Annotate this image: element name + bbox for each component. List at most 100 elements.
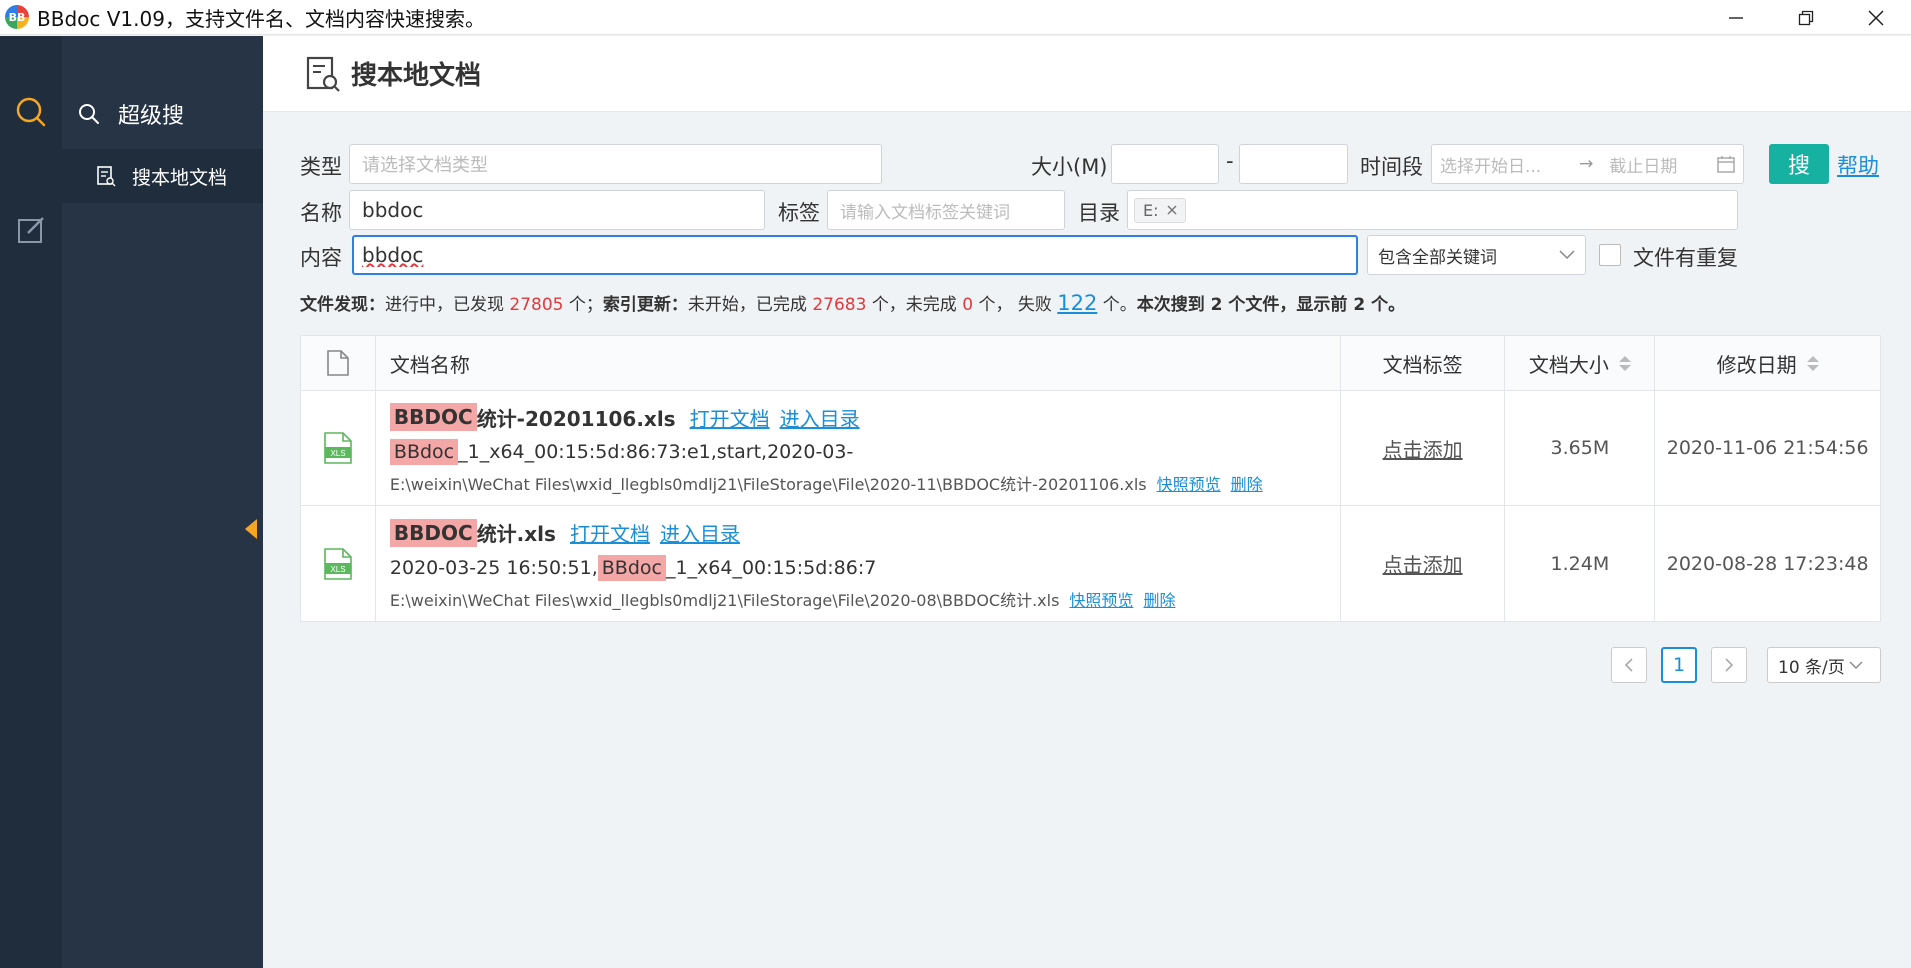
add-tag-link[interactable]: 点击添加: [1383, 434, 1463, 463]
edit-icon: [18, 217, 44, 243]
file-icon: [327, 350, 349, 376]
minimize-button[interactable]: [1701, 0, 1771, 35]
open-document-link[interactable]: 打开文档: [570, 518, 650, 547]
size-label: 大小(M): [1031, 155, 1108, 179]
chevron-left-icon: [1624, 658, 1633, 672]
file-size: 1.24M: [1550, 552, 1610, 575]
rail-edit-button[interactable]: [11, 210, 51, 250]
file-path-text: E:\weixin\WeChat Files\wxid_llegbls0mdlj…: [389, 590, 1060, 610]
type-select[interactable]: 请选择文档类型: [349, 144, 882, 184]
date-end-input[interactable]: 截止日期: [1609, 152, 1704, 177]
side-menu: 超级搜 搜本地文档: [62, 36, 263, 968]
add-tag-link[interactable]: 点击添加: [1383, 549, 1463, 578]
menu-section-label: 超级搜: [118, 104, 185, 129]
name-highlight: BBDOC: [389, 518, 477, 547]
file-path: E:\weixin\WeChat Files\wxid_llegbls0mdlj…: [390, 585, 1176, 613]
index-text-2: 个，未完成: [871, 295, 957, 315]
discover-text: 进行中，已发现: [385, 295, 504, 315]
file-type-cell: XLS: [301, 506, 376, 621]
search-summary: 本次搜到 2 个文件，显示前 2 个。: [1136, 295, 1406, 315]
header-date[interactable]: 修改日期: [1655, 336, 1880, 390]
time-range-label: 时间段: [1360, 155, 1423, 179]
header-size-label: 文档大小: [1528, 352, 1609, 377]
discover-label: 文件发现：: [300, 295, 385, 315]
name-rest: 统计-20201106.xls: [476, 406, 676, 431]
restore-icon: [1798, 10, 1814, 25]
name-highlight: BBDOC: [389, 403, 477, 431]
next-page-button[interactable]: [1711, 647, 1747, 683]
page-button-current[interactable]: 1: [1661, 647, 1697, 683]
search-icon: [16, 97, 46, 127]
close-icon: [1868, 9, 1884, 26]
collapse-sidebar-icon[interactable]: [245, 519, 257, 539]
tag-cell: 点击添加: [1341, 391, 1506, 505]
sort-icon[interactable]: [1806, 355, 1819, 371]
open-directory-link[interactable]: 进入目录: [660, 518, 740, 547]
file-type-cell: XLS: [301, 391, 376, 505]
header-date-label: 修改日期: [1716, 352, 1797, 377]
content-input[interactable]: [352, 235, 1358, 275]
modified-date: 2020-08-28 17:23:48: [1666, 552, 1869, 575]
snippet-before: 2020-03-25 16:50:51,: [389, 556, 598, 579]
chevron-down-icon: [1559, 250, 1575, 260]
menu-section-super-search[interactable]: 超级搜: [78, 98, 184, 130]
date-start-input[interactable]: 选择开始日...: [1440, 152, 1563, 177]
directory-label: 目录: [1078, 201, 1120, 225]
page-size-value: 10 条/页: [1778, 657, 1845, 678]
xls-file-icon: XLS: [324, 547, 352, 580]
size-max-input[interactable]: [1239, 144, 1348, 184]
content-snippet: BBdoc _1_x64_00:15:5d:86:73:e1,start,2020…: [389, 435, 1263, 469]
duplicate-checkbox[interactable]: [1599, 244, 1621, 266]
xls-file-icon: XLS: [324, 432, 352, 464]
table-header: 文档名称 文档标签 文档大小 修改日期: [301, 336, 1880, 391]
type-label: 类型: [300, 155, 342, 179]
open-directory-link[interactable]: 进入目录: [780, 403, 860, 432]
date-range-picker[interactable]: 选择开始日... → 截止日期: [1431, 144, 1744, 184]
directory-chip-label: E:: [1143, 200, 1159, 220]
close-button[interactable]: [1841, 0, 1911, 35]
sidebar-item-local-search[interactable]: 搜本地文档: [62, 149, 263, 203]
delete-link[interactable]: 删除: [1231, 471, 1263, 495]
close-icon[interactable]: [1167, 205, 1177, 215]
sort-icon[interactable]: [1618, 355, 1631, 371]
page-header: 搜本地文档: [263, 36, 1911, 112]
header-size[interactable]: 文档大小: [1505, 336, 1656, 390]
rail-search-button[interactable]: [11, 92, 51, 132]
preview-link[interactable]: 快照预览: [1157, 471, 1221, 495]
index-text: 未开始，已完成: [687, 295, 807, 315]
fail-text: 失败: [1017, 295, 1052, 315]
file-name: BBDOC 统计.xls 打开文档 进入目录: [389, 515, 1176, 551]
page-title: 搜本地文档: [351, 61, 482, 91]
content-snippet: 2020-03-25 16:50:51, BBdoc _1_x64_00:15:5d…: [390, 551, 1176, 585]
snippet-highlight: BBdoc: [389, 439, 459, 465]
snippet-after: _1_x64_00:15:5d:86:73:e1,start,2020-03-: [458, 441, 854, 463]
help-link[interactable]: 帮助: [1837, 150, 1879, 180]
results-table: 文档名称 文档标签 文档大小 修改日期 XLS BBDOC 统计-20201106…: [300, 335, 1881, 622]
pagination: 1 10 条/页: [1611, 647, 1881, 683]
page-size-select[interactable]: 10 条/页: [1767, 647, 1881, 683]
main-content: 搜本地文档 类型 请选择文档类型 大小(M) - 时间段 选择开始日... → …: [263, 36, 1911, 968]
document-search-icon: [97, 166, 116, 187]
delete-link[interactable]: 删除: [1143, 587, 1175, 611]
directory-input[interactable]: E:: [1127, 190, 1738, 230]
name-input[interactable]: bbdoc: [349, 190, 765, 230]
index-todo-count: 0: [962, 295, 974, 315]
search-button[interactable]: 搜: [1769, 144, 1829, 184]
file-path: E:\weixin\WeChat Files\wxid_llegbls0mdlj…: [390, 469, 1263, 497]
open-document-link[interactable]: 打开文档: [690, 403, 770, 432]
content-text-field[interactable]: [362, 243, 1344, 267]
size-cell: 3.65M: [1505, 391, 1656, 505]
index-text-3: 个，: [978, 295, 1013, 315]
prev-page-button[interactable]: [1611, 647, 1647, 683]
preview-link[interactable]: 快照预览: [1069, 587, 1133, 611]
tag-input[interactable]: 请输入文档标签关键词: [827, 190, 1065, 230]
restore-button[interactable]: [1771, 0, 1841, 35]
title-bar: BB BBdoc V1.09，支持文件名、文档内容快速搜索。: [0, 0, 1911, 35]
header-file-icon-cell: [301, 336, 376, 390]
size-separator: -: [1226, 149, 1234, 173]
fail-count-link[interactable]: 122: [1057, 291, 1097, 315]
date-range-arrow: →: [1579, 154, 1594, 174]
content-label: 内容: [300, 246, 342, 270]
size-min-input[interactable]: [1111, 144, 1219, 184]
match-mode-select[interactable]: 包含全部关键词: [1367, 235, 1586, 275]
